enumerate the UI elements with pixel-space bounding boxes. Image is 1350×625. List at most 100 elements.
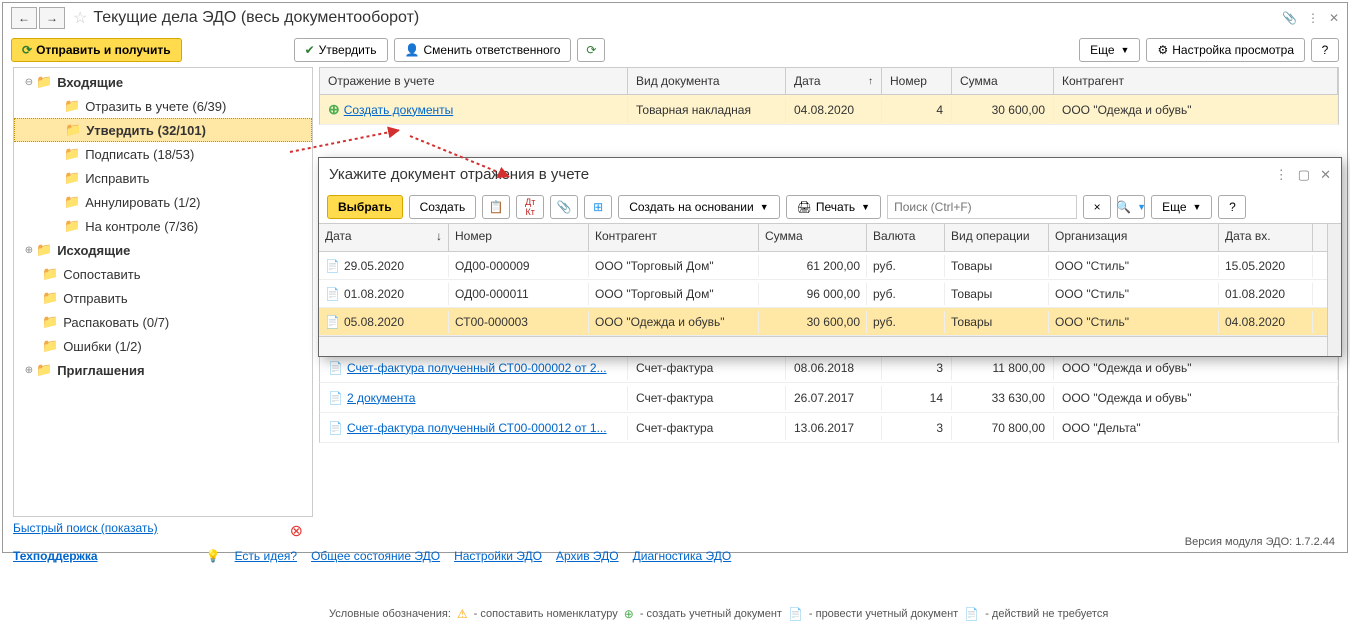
bulb-icon: 💡 [206, 549, 221, 563]
document-icon: 📄 [328, 421, 343, 435]
table-row[interactable]: 📄 Счет-фактура полученный СТ00-000002 от … [319, 353, 1339, 383]
diag-link[interactable]: Диагностика ЭДО [633, 549, 732, 563]
action-link[interactable]: Счет-фактура полученный СТ00-000002 от 2… [347, 361, 607, 375]
folder-icon: 📁 [64, 170, 80, 186]
tree-item[interactable]: 📁Отправить [14, 286, 312, 310]
document-icon: 📄 [325, 315, 340, 329]
folder-icon: 📁 [36, 242, 52, 258]
popup-copy-button[interactable]: 📋 [482, 195, 510, 219]
select-document-dialog: Укажите документ отражения в учете ⋮ ▢ ✕… [318, 157, 1342, 357]
action-link[interactable]: 2 документа [347, 391, 416, 405]
nav-back-button[interactable]: ← [11, 7, 37, 29]
table-row[interactable]: ⊕Создать документыТоварная накладная04.0… [319, 95, 1339, 125]
table-row[interactable]: 📄 Счет-фактура полученный СТ00-000012 от … [319, 413, 1339, 443]
popup-scrollbar[interactable] [1327, 224, 1341, 356]
archive-link[interactable]: Архив ЭДО [556, 549, 619, 563]
tree-item[interactable]: 📁Утвердить (32/101) [14, 118, 312, 142]
popup-more-button[interactable]: Еще▼ [1151, 195, 1212, 219]
popup-more-icon[interactable]: ⋮ [1275, 167, 1288, 183]
attach-icon[interactable]: 📎 [1282, 11, 1297, 25]
help-button[interactable]: ? [1311, 38, 1339, 62]
col-sum[interactable]: Сумма [952, 68, 1054, 94]
pcol-sum[interactable]: Сумма [759, 224, 867, 251]
folder-icon: 📁 [64, 218, 80, 234]
popup-search-input[interactable] [887, 195, 1077, 219]
favorite-star-icon[interactable]: ☆ [73, 8, 87, 28]
support-link[interactable]: Техподдержка [13, 549, 98, 563]
quick-search-link[interactable]: Быстрый поиск (показать) [13, 521, 158, 535]
document-icon: 📄 [328, 391, 343, 405]
idea-link[interactable]: Есть идея? [235, 549, 298, 563]
pcol-currency[interactable]: Валюта [867, 224, 945, 251]
change-responsible-button[interactable]: 👤 Сменить ответственного [394, 38, 572, 62]
tree-item[interactable]: 📁На контроле (7/36) [14, 214, 312, 238]
plus-icon: ⊕ [624, 607, 634, 621]
popup-create-based-button[interactable]: Создать на основании▼ [618, 195, 779, 219]
clear-search-icon[interactable]: ⊗ [290, 521, 303, 541]
plus-icon: ⊕ [328, 101, 340, 118]
folder-icon: 📁 [36, 74, 52, 90]
status-link[interactable]: Общее состояние ЭДО [311, 549, 440, 563]
tree-item[interactable]: 📁Распаковать (0/7) [14, 310, 312, 334]
folder-icon: 📁 [64, 194, 80, 210]
popup-help-button[interactable]: ? [1218, 195, 1246, 219]
pcol-optype[interactable]: Вид операции [945, 224, 1049, 251]
popup-search-button[interactable]: 🔍▼ [1117, 195, 1145, 219]
popup-table-row[interactable]: 📄 29.05.2020ОД00-000009ООО "Торговый Дом… [319, 252, 1327, 280]
folder-icon: 📁 [36, 362, 52, 378]
folder-icon: 📁 [65, 122, 81, 138]
refresh-button[interactable]: ⟳ [577, 38, 605, 62]
tree-item[interactable]: ⊕📁Исходящие [14, 238, 312, 262]
warning-icon: ⚠ [457, 607, 468, 621]
table-row[interactable]: 📄2 документаСчет-фактура26.07.20171433 6… [319, 383, 1339, 413]
action-link[interactable]: Создать документы [344, 103, 454, 117]
folder-tree[interactable]: ⊖📁Входящие📁Отразить в учете (6/39)📁Утвер… [13, 67, 313, 517]
tree-item[interactable]: 📁Отразить в учете (6/39) [14, 94, 312, 118]
tree-item[interactable]: 📁Аннулировать (1/2) [14, 190, 312, 214]
tree-item[interactable]: ⊕📁Приглашения [14, 358, 312, 382]
col-doctype[interactable]: Вид документа [628, 68, 786, 94]
popup-struct-button[interactable]: ⊞ [584, 195, 612, 219]
tree-item[interactable]: 📁Ошибки (1/2) [14, 334, 312, 358]
col-date[interactable]: Дата [786, 68, 882, 94]
approve-button[interactable]: ✔ Утвердить [294, 38, 388, 62]
popup-table-row[interactable]: 📄 01.08.2020ОД00-000011ООО "Торговый Дом… [319, 280, 1327, 308]
settings-link[interactable]: Настройки ЭДО [454, 549, 542, 563]
popup-close-icon[interactable]: ✕ [1320, 167, 1331, 183]
tree-item[interactable]: ⊖📁Входящие [14, 70, 312, 94]
col-number[interactable]: Номер [882, 68, 952, 94]
popup-maximize-icon[interactable]: ▢ [1298, 167, 1310, 183]
tree-item[interactable]: 📁Подписать (18/53) [14, 142, 312, 166]
more-button[interactable]: Еще▼ [1079, 38, 1140, 62]
popup-attach-button[interactable]: 📎 [550, 195, 578, 219]
folder-icon: 📁 [42, 314, 58, 330]
pcol-org[interactable]: Организация [1049, 224, 1219, 251]
nav-forward-button[interactable]: → [39, 7, 65, 29]
action-link[interactable]: Счет-фактура полученный СТ00-000012 от 1… [347, 421, 607, 435]
popup-create-button[interactable]: Создать [409, 195, 477, 219]
popup-print-button[interactable]: 🖨 Печать▼ [786, 195, 881, 219]
popup-select-button[interactable]: Выбрать [327, 195, 403, 219]
folder-icon: 📁 [64, 146, 80, 162]
main-table-header: Отражение в учете Вид документа Дата Ном… [319, 67, 1339, 95]
pcol-counterparty[interactable]: Контрагент [589, 224, 759, 251]
tree-item[interactable]: 📁Сопоставить [14, 262, 312, 286]
popup-dtkt-button[interactable]: ДтКт [516, 195, 544, 219]
folder-icon: 📁 [42, 266, 58, 282]
close-icon[interactable]: ✕ [1329, 11, 1339, 25]
document-icon: 📄 [328, 361, 343, 375]
col-counterparty[interactable]: Контрагент [1054, 68, 1338, 94]
pcol-date[interactable]: Дата ↓ [319, 224, 449, 251]
popup-table-row[interactable]: 📄 05.08.2020СТ00-000003ООО "Одежда и обу… [319, 308, 1327, 336]
folder-icon: 📁 [42, 290, 58, 306]
popup-search-clear-button[interactable]: × [1083, 195, 1111, 219]
view-settings-button[interactable]: ⚙ Настройка просмотра [1146, 38, 1305, 62]
more-icon[interactable]: ⋮ [1307, 11, 1319, 25]
tree-item[interactable]: 📁Исправить [14, 166, 312, 190]
doc-check-icon: 📄 [788, 607, 803, 621]
send-receive-button[interactable]: ⟳ Отправить и получить [11, 38, 182, 62]
pcol-number[interactable]: Номер [449, 224, 589, 251]
pcol-datein[interactable]: Дата вх. [1219, 224, 1313, 251]
col-reflect[interactable]: Отражение в учете [320, 68, 628, 94]
doc-gray-icon: 📄 [964, 607, 979, 621]
